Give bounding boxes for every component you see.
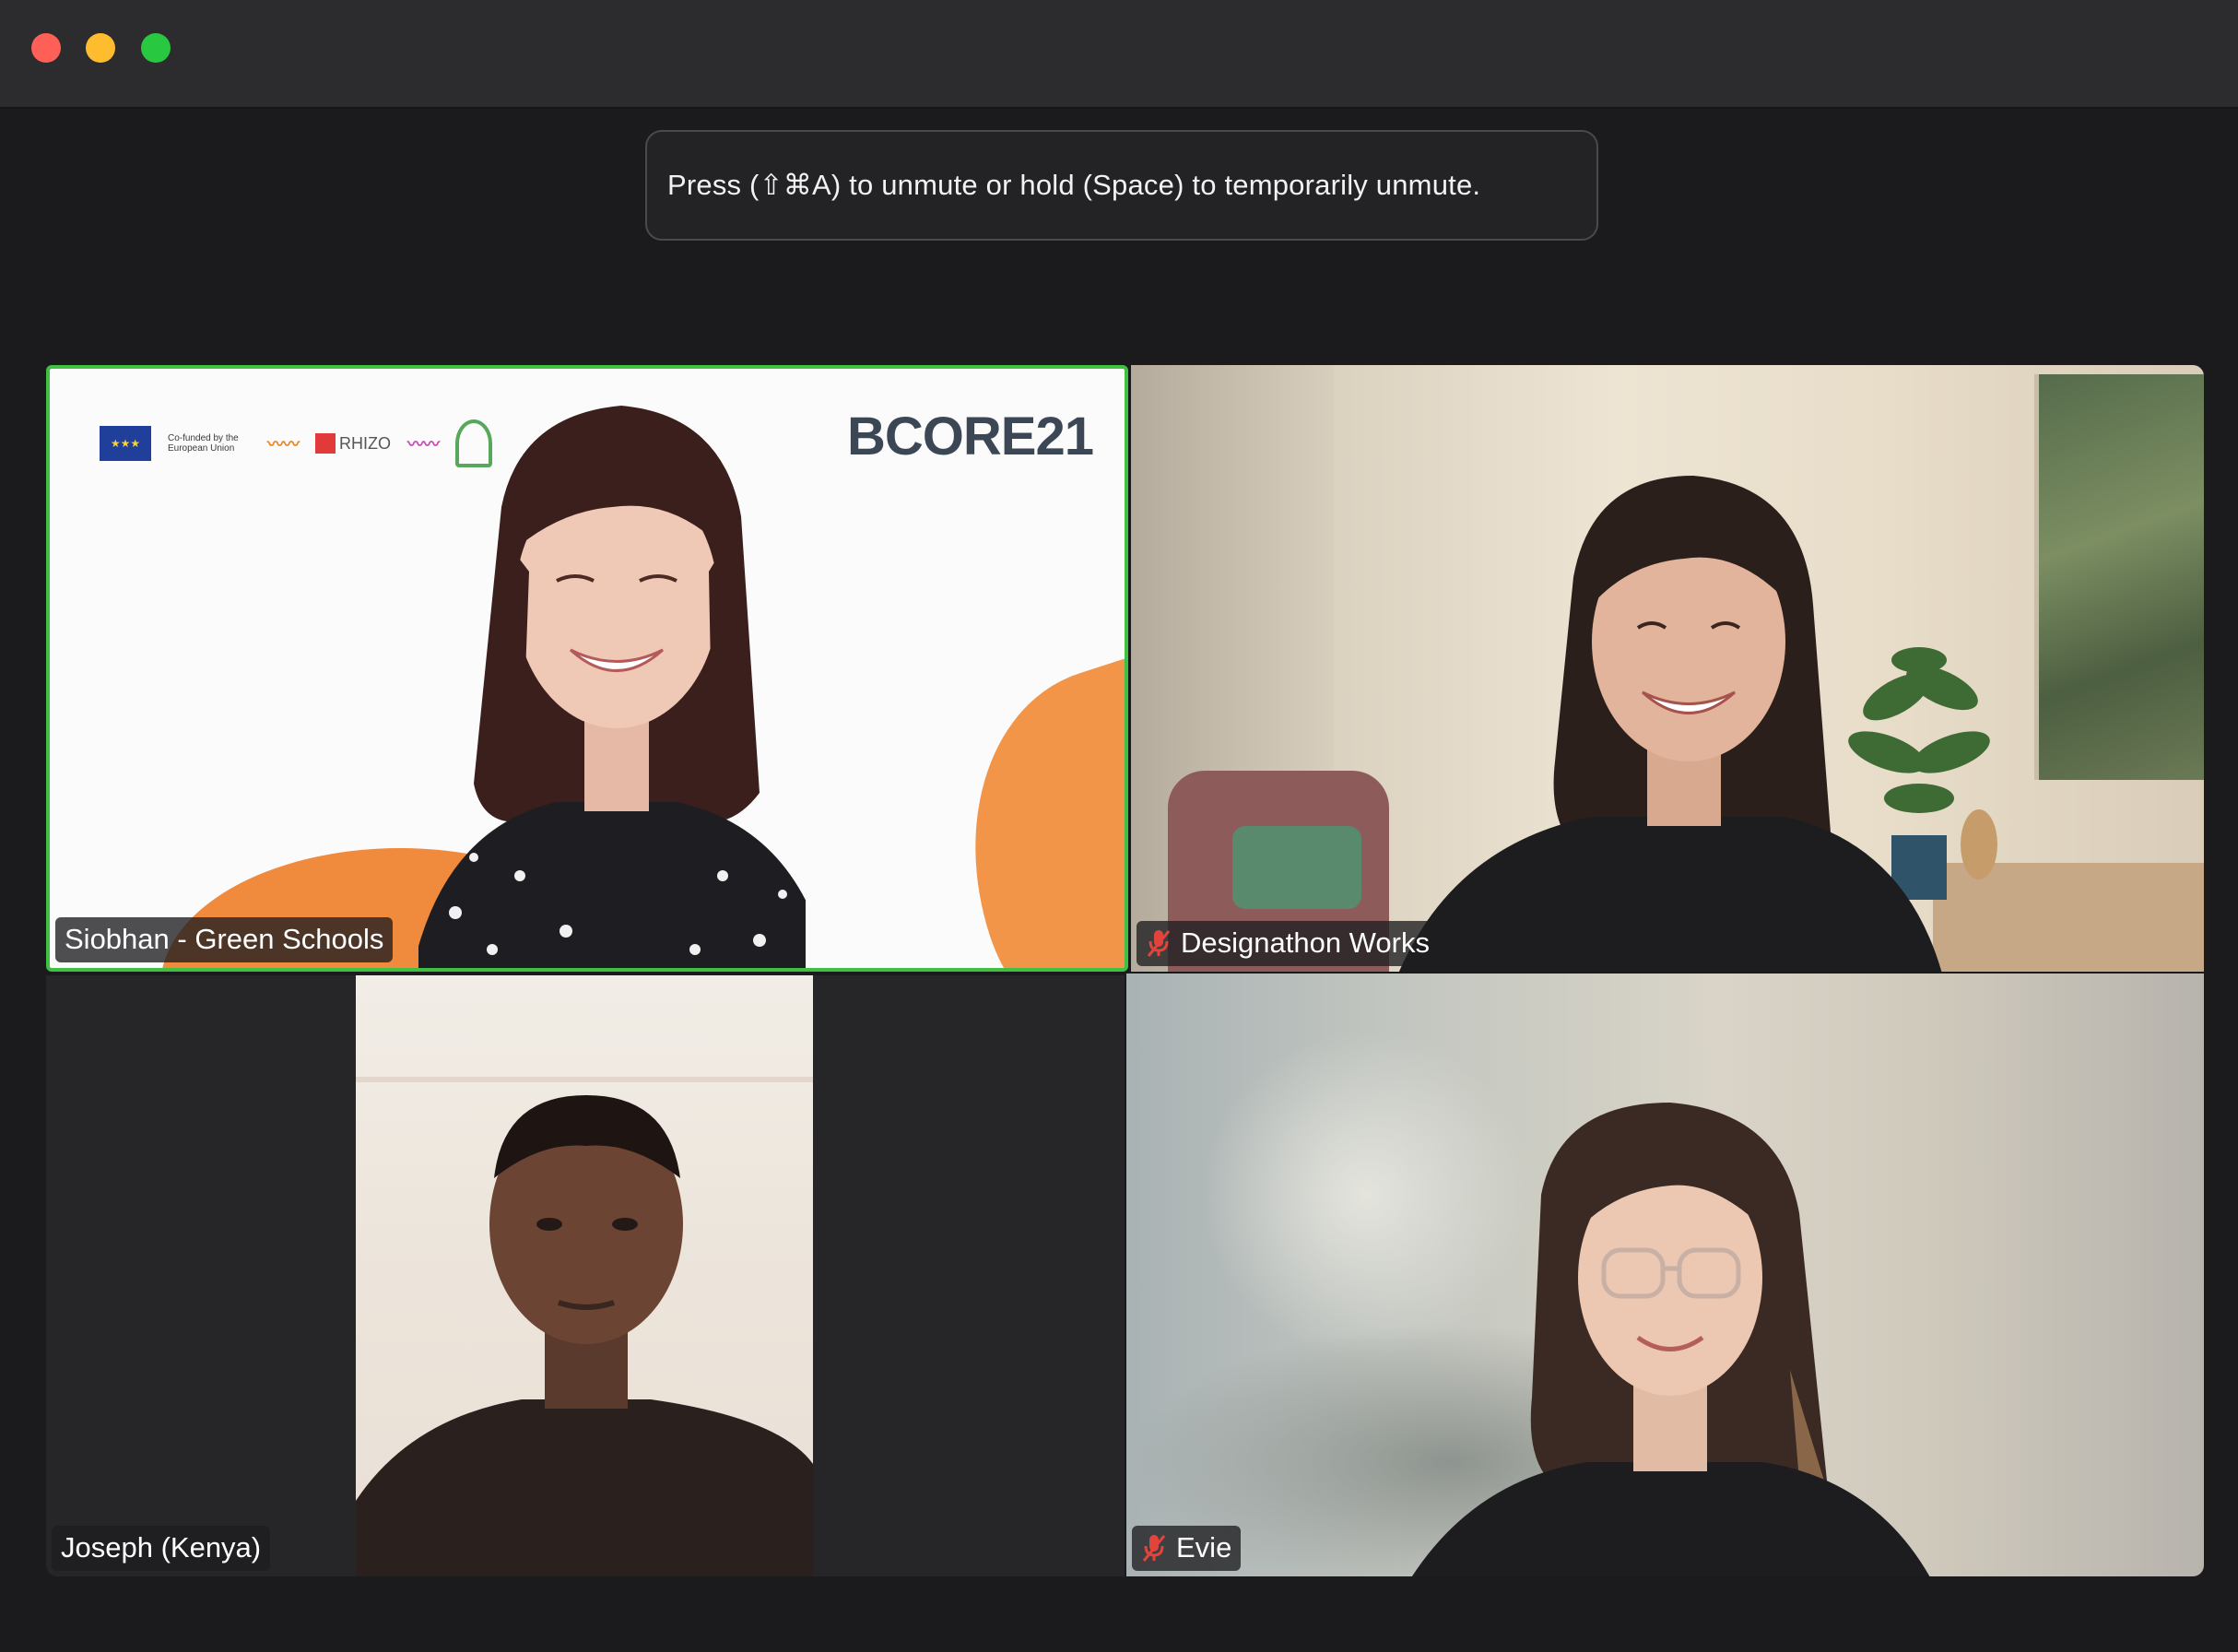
virtual-background: ★★★ Co-funded by the European Union 〰〰 R… bbox=[50, 369, 1125, 968]
unmute-hint-toast: Press (⇧⌘A) to unmute or hold (Space) to… bbox=[645, 130, 1598, 241]
muted-microphone-icon bbox=[1146, 928, 1172, 958]
partner-logo-colorful: 〰〰 bbox=[267, 435, 300, 454]
participant-video-joseph bbox=[356, 975, 813, 1576]
zoom-meeting-window: Press (⇧⌘A) to unmute or hold (Space) to… bbox=[0, 0, 2238, 1652]
participant-name: Designathon Works bbox=[1181, 926, 1430, 959]
participant-name: Siobhan - Green Schools bbox=[65, 923, 384, 955]
bcore21-logo: BCORE21 bbox=[847, 407, 1094, 466]
participant-video-siobhan bbox=[418, 406, 806, 968]
rhizo-logo: RHIZO bbox=[315, 433, 391, 454]
participant-name-label: Joseph (Kenya) bbox=[52, 1526, 271, 1571]
participant-name-label: Siobhan - Green Schools bbox=[55, 917, 394, 962]
title-bar bbox=[0, 0, 2238, 109]
eu-logo-caption: Co-funded by the European Union bbox=[168, 433, 239, 454]
participant-name: Joseph (Kenya) bbox=[61, 1531, 262, 1564]
video-tile-siobhan[interactable]: ★★★ Co-funded by the European Union 〰〰 R… bbox=[46, 365, 1128, 972]
participant-name-label: Evie bbox=[1132, 1526, 1242, 1571]
unmute-hint-text: Press (⇧⌘A) to unmute or hold (Space) to… bbox=[667, 169, 1481, 201]
participant-name-label: Designathon Works bbox=[1137, 921, 1439, 966]
video-tile-designathon-works[interactable]: Designathon Works bbox=[1131, 365, 2204, 972]
video-tile-joseph[interactable]: Joseph (Kenya) bbox=[46, 975, 1125, 1576]
video-tile-evie[interactable]: Evie bbox=[1126, 974, 2204, 1576]
participant-video-evie bbox=[1126, 974, 2204, 1576]
wall-painting bbox=[2034, 374, 2204, 780]
participant-name: Evie bbox=[1176, 1531, 1232, 1564]
muted-microphone-icon bbox=[1141, 1533, 1167, 1563]
participant-video-designathon bbox=[1131, 365, 2204, 972]
maximize-window-button[interactable] bbox=[141, 33, 171, 63]
minimize-window-button[interactable] bbox=[86, 33, 115, 63]
eu-flag-logo: ★★★ bbox=[100, 426, 151, 461]
close-window-button[interactable] bbox=[31, 33, 61, 63]
